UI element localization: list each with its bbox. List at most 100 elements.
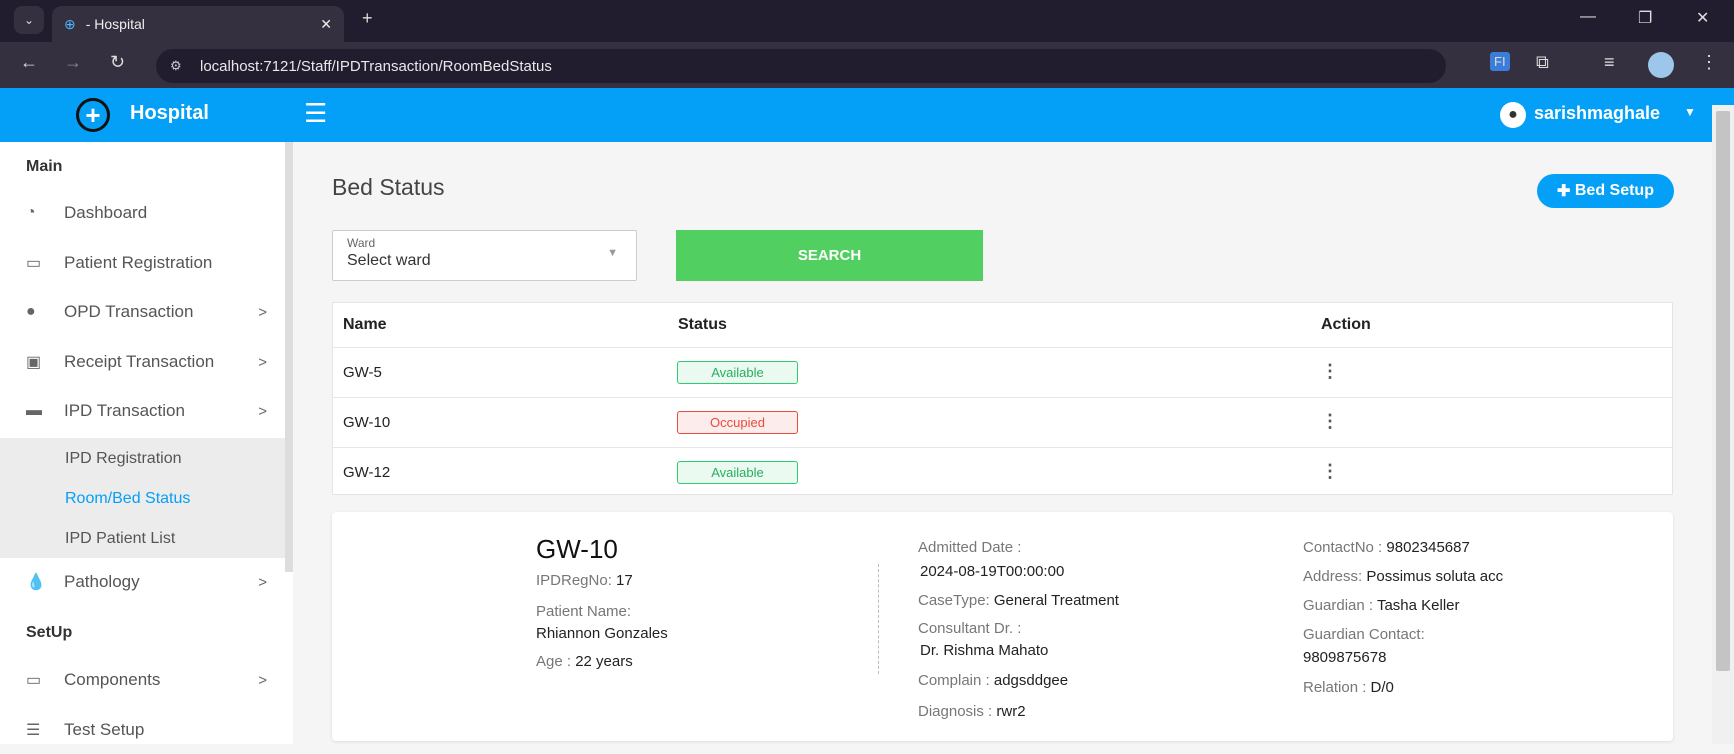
chevron-right-icon: > — [258, 671, 267, 689]
gauge-icon: ◔ — [26, 204, 36, 221]
value: adgsddgee — [993, 672, 1069, 689]
sidebar-item-receipt-transaction[interactable]: ▣ Receipt Transaction > — [0, 338, 285, 386]
caret-down-icon[interactable]: ▼ — [1684, 105, 1696, 119]
kebab-menu-icon[interactable]: ⋮ — [1321, 462, 1339, 480]
kebab-menu-icon[interactable]: ⋮ — [1321, 362, 1339, 380]
forward-icon[interactable]: → — [64, 52, 82, 73]
admitted-date-label: Admitted Date : — [918, 539, 1022, 556]
value: 17 — [616, 572, 633, 589]
tab-title: - Hospital — [85, 16, 145, 32]
label: IPDRegNo: — [536, 572, 612, 589]
complain-field: Complain : adgsddgee — [918, 672, 1068, 689]
hospital-logo-icon: + — [76, 98, 110, 132]
hamburger-menu-icon[interactable]: ☰ — [304, 98, 327, 129]
submenu-room-bed-status[interactable]: Room/Bed Status — [65, 490, 190, 508]
submenu-ipd-patient-list[interactable]: IPD Patient List — [65, 530, 175, 548]
list-icon: ☰ — [26, 722, 41, 739]
reload-icon[interactable]: ↻ — [110, 52, 125, 73]
sidebar-item-opd-transaction[interactable]: ● OPD Transaction > — [0, 288, 285, 336]
table-row[interactable]: GW-5 Available ⋮ — [333, 347, 1672, 397]
new-tab-icon[interactable]: + — [362, 8, 373, 29]
droplet-icon: 💧 — [26, 574, 46, 591]
search-button[interactable]: SEARCH — [676, 230, 983, 281]
chevron-right-icon: > — [258, 573, 267, 591]
detail-bed-name: GW-10 — [536, 534, 618, 564]
submenu-ipd-registration[interactable]: IPD Registration — [65, 450, 182, 468]
url-field[interactable]: ⚙ localhost:7121/Staff/IPDTransaction/Ro… — [156, 49, 1446, 83]
col-status: Status — [678, 316, 727, 333]
chevron-down-icon: ▼ — [607, 247, 618, 259]
menu-kebab-icon[interactable]: ⋮ — [1700, 52, 1718, 73]
extensions-puzzle-icon[interactable]: ⧉ — [1536, 52, 1549, 73]
label: Test Setup — [64, 720, 145, 739]
ward-value: Select ward — [347, 252, 431, 269]
table-row[interactable]: GW-10 Occupied ⋮ — [333, 397, 1672, 447]
extension-icon[interactable]: FI — [1490, 52, 1510, 71]
status-badge: Occupied — [677, 411, 798, 434]
label: Complain : — [918, 672, 990, 689]
address-field: Address: Possimus soluta acc — [1303, 568, 1503, 585]
sidebar-item-patient-registration[interactable]: ▭ Patient Registration — [0, 239, 285, 287]
sidebar-item-ipd-transaction[interactable]: ▬ IPD Transaction > — [0, 387, 285, 435]
label: Diagnosis : — [918, 703, 993, 720]
guardian-field: Guardian : Tasha Keller — [1303, 597, 1460, 614]
col-name: Name — [343, 316, 387, 333]
label: Relation : — [1303, 679, 1367, 696]
profile-avatar[interactable] — [1648, 52, 1674, 78]
user-menu[interactable]: sarishmaghale — [1534, 103, 1660, 124]
table-row[interactable]: GW-12 Available ⋮ — [333, 447, 1672, 495]
label: Bed Setup — [1574, 182, 1654, 199]
ward-label: Ward — [347, 236, 376, 250]
label: CaseType: — [918, 592, 990, 609]
diagnosis-field: Diagnosis : rwr2 — [918, 703, 1026, 720]
tab-list-button[interactable]: ⌄ — [14, 6, 44, 34]
sidebar-scrollbar[interactable] — [285, 142, 293, 572]
sidebar-item-test-setup[interactable]: ☰ Test Setup — [0, 706, 285, 754]
label: Age : — [536, 653, 572, 670]
id-card-icon: ▭ — [26, 255, 42, 272]
patient-name-label: Patient Name: — [536, 603, 632, 620]
guardian-contact-label: Guardian Contact: — [1303, 626, 1425, 643]
admitted-date-value: 2024-08-19T00:00:00 — [920, 563, 1065, 580]
restore-icon[interactable]: ❐ — [1638, 8, 1652, 28]
close-window-icon[interactable]: ✕ — [1696, 8, 1709, 28]
consultant-label: Consultant Dr. : — [918, 620, 1022, 637]
brand-name[interactable]: Hospital — [130, 102, 209, 125]
plus-icon: ✚ — [1557, 183, 1575, 200]
label: Pathology — [64, 572, 140, 591]
browser-tab[interactable]: ⊕ - Hospital ✕ — [52, 6, 344, 42]
ward-select[interactable]: Ward Select ward ▼ — [332, 230, 637, 281]
ipdregno-field: IPDRegNo: 17 — [536, 572, 633, 589]
bed-name: GW-12 — [343, 464, 391, 481]
sidebar-item-components[interactable]: ▭ Components > — [0, 656, 285, 704]
chevron-right-icon: > — [258, 353, 267, 371]
site-info-icon[interactable]: ⚙ — [170, 58, 182, 74]
label: Components — [64, 670, 161, 689]
guardian-contact-value: 9809875678 — [1303, 649, 1387, 666]
hospital-favicon-icon: ⊕ — [64, 15, 76, 32]
label: Dashboard — [64, 203, 148, 222]
label: Address: — [1303, 568, 1363, 585]
scrollbar-thumb[interactable] — [1716, 111, 1730, 671]
label: ContactNo : — [1303, 539, 1383, 556]
minimize-icon[interactable]: — — [1580, 8, 1596, 26]
back-icon[interactable]: ← — [20, 52, 38, 73]
label: IPD Transaction — [64, 401, 185, 420]
bed-icon: ▬ — [26, 402, 42, 419]
label: Receipt Transaction — [64, 352, 215, 371]
label: Guardian : — [1303, 597, 1374, 614]
sidebar-item-dashboard[interactable]: ◔ Dashboard — [0, 189, 285, 237]
page-scrollbar[interactable] — [1712, 105, 1734, 744]
kebab-menu-icon[interactable]: ⋮ — [1321, 412, 1339, 430]
label: Patient Registration — [64, 253, 213, 272]
close-tab-icon[interactable]: ✕ — [320, 16, 332, 33]
section-setup: SetUp — [26, 624, 73, 641]
sidebar-item-pathology[interactable]: 💧 Pathology > — [0, 558, 285, 606]
sidebar: Main ◔ Dashboard ▭ Patient Registration ● O… — [0, 142, 293, 744]
media-icon[interactable]: ≡ — [1604, 52, 1615, 73]
table-header: Name Status Action — [333, 303, 1672, 347]
bed-setup-button[interactable]: ✚ Bed Setup — [1537, 174, 1674, 208]
ipd-submenu: IPD Registration Room/Bed Status IPD Pat… — [0, 438, 285, 558]
user-avatar-icon[interactable]: ● — [1500, 102, 1526, 128]
value: rwr2 — [996, 703, 1026, 720]
